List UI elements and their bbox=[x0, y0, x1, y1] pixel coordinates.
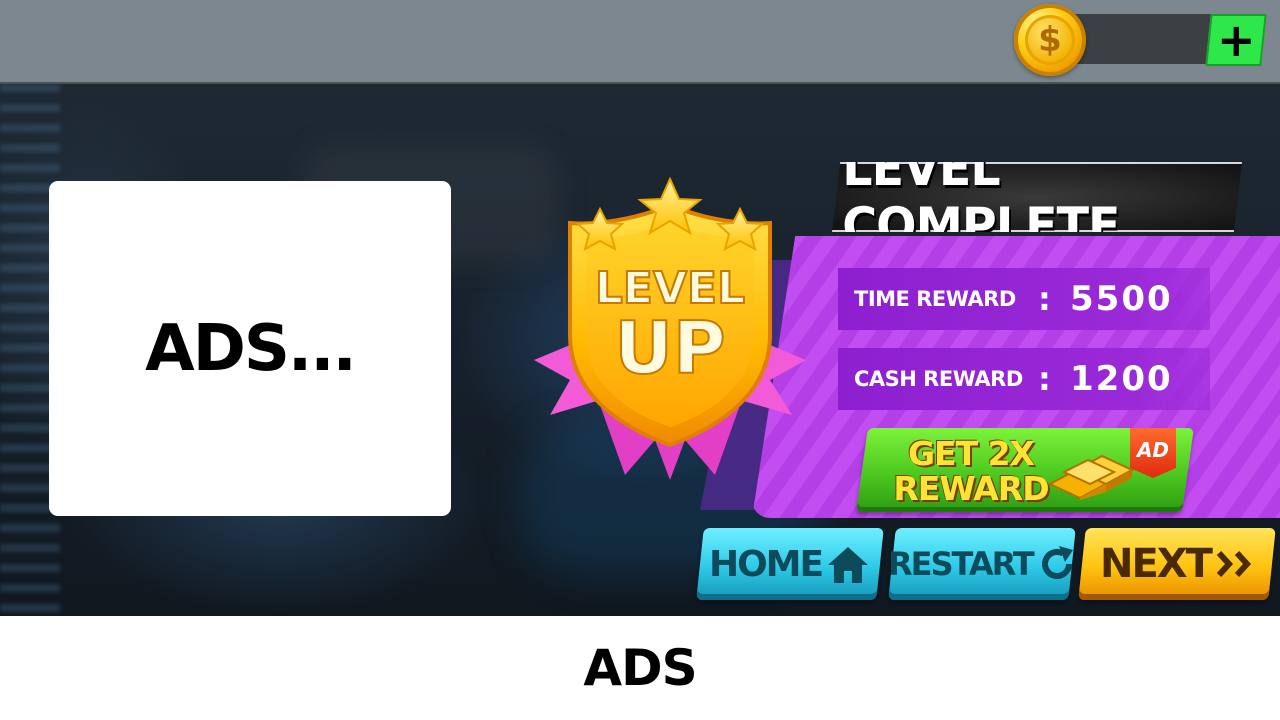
ad-placeholder-box[interactable]: ADS... bbox=[49, 181, 451, 516]
cash-reward-value: 1200 bbox=[1070, 359, 1173, 399]
ad-tag: AD bbox=[1130, 428, 1176, 478]
level-complete-banner: LEVEL COMPLETE bbox=[832, 162, 1242, 232]
badge-line2: UP bbox=[614, 306, 725, 390]
get-2x-reward-line1: GET 2X bbox=[907, 434, 1035, 473]
coin-symbol: $ bbox=[1025, 15, 1075, 65]
cash-reward-label: CASH REWARD bbox=[854, 367, 1023, 391]
bottom-ad-label: ADS bbox=[583, 639, 697, 697]
next-button-label: NEXT bbox=[1099, 541, 1211, 587]
time-reward-value: 5500 bbox=[1070, 279, 1173, 319]
home-icon bbox=[828, 546, 869, 582]
coin-icon: $ bbox=[1014, 4, 1086, 76]
home-button-label: HOME bbox=[709, 543, 823, 585]
gold-bars-icon bbox=[1047, 454, 1135, 500]
level-up-badge: LEVEL UP bbox=[534, 176, 806, 480]
cash-reward-row: CASH REWARD : 1200 bbox=[838, 348, 1210, 410]
get-2x-reward-line2: REWARD bbox=[893, 469, 1049, 508]
restart-button[interactable]: RESTART bbox=[888, 528, 1076, 600]
double-chevron-right-icon bbox=[1216, 550, 1251, 578]
restart-icon bbox=[1041, 546, 1073, 579]
get-2x-reward-label: GET 2X REWARD bbox=[886, 436, 1056, 506]
next-button[interactable]: NEXT bbox=[1078, 528, 1276, 600]
time-reward-label: TIME REWARD bbox=[854, 287, 1016, 311]
coin-balance-value bbox=[1090, 14, 1200, 64]
restart-button-label: RESTART bbox=[887, 545, 1033, 583]
time-reward-row: TIME REWARD : 5500 bbox=[838, 268, 1210, 330]
bottom-ad-banner[interactable]: ADS bbox=[0, 616, 1280, 720]
home-button[interactable]: HOME bbox=[696, 528, 884, 600]
ad-placeholder-label: ADS... bbox=[145, 311, 357, 386]
time-reward-separator: : bbox=[1038, 280, 1051, 318]
cash-reward-separator: : bbox=[1038, 360, 1051, 398]
plus-icon: + bbox=[1216, 13, 1256, 67]
add-coins-button[interactable]: + bbox=[1205, 13, 1267, 67]
